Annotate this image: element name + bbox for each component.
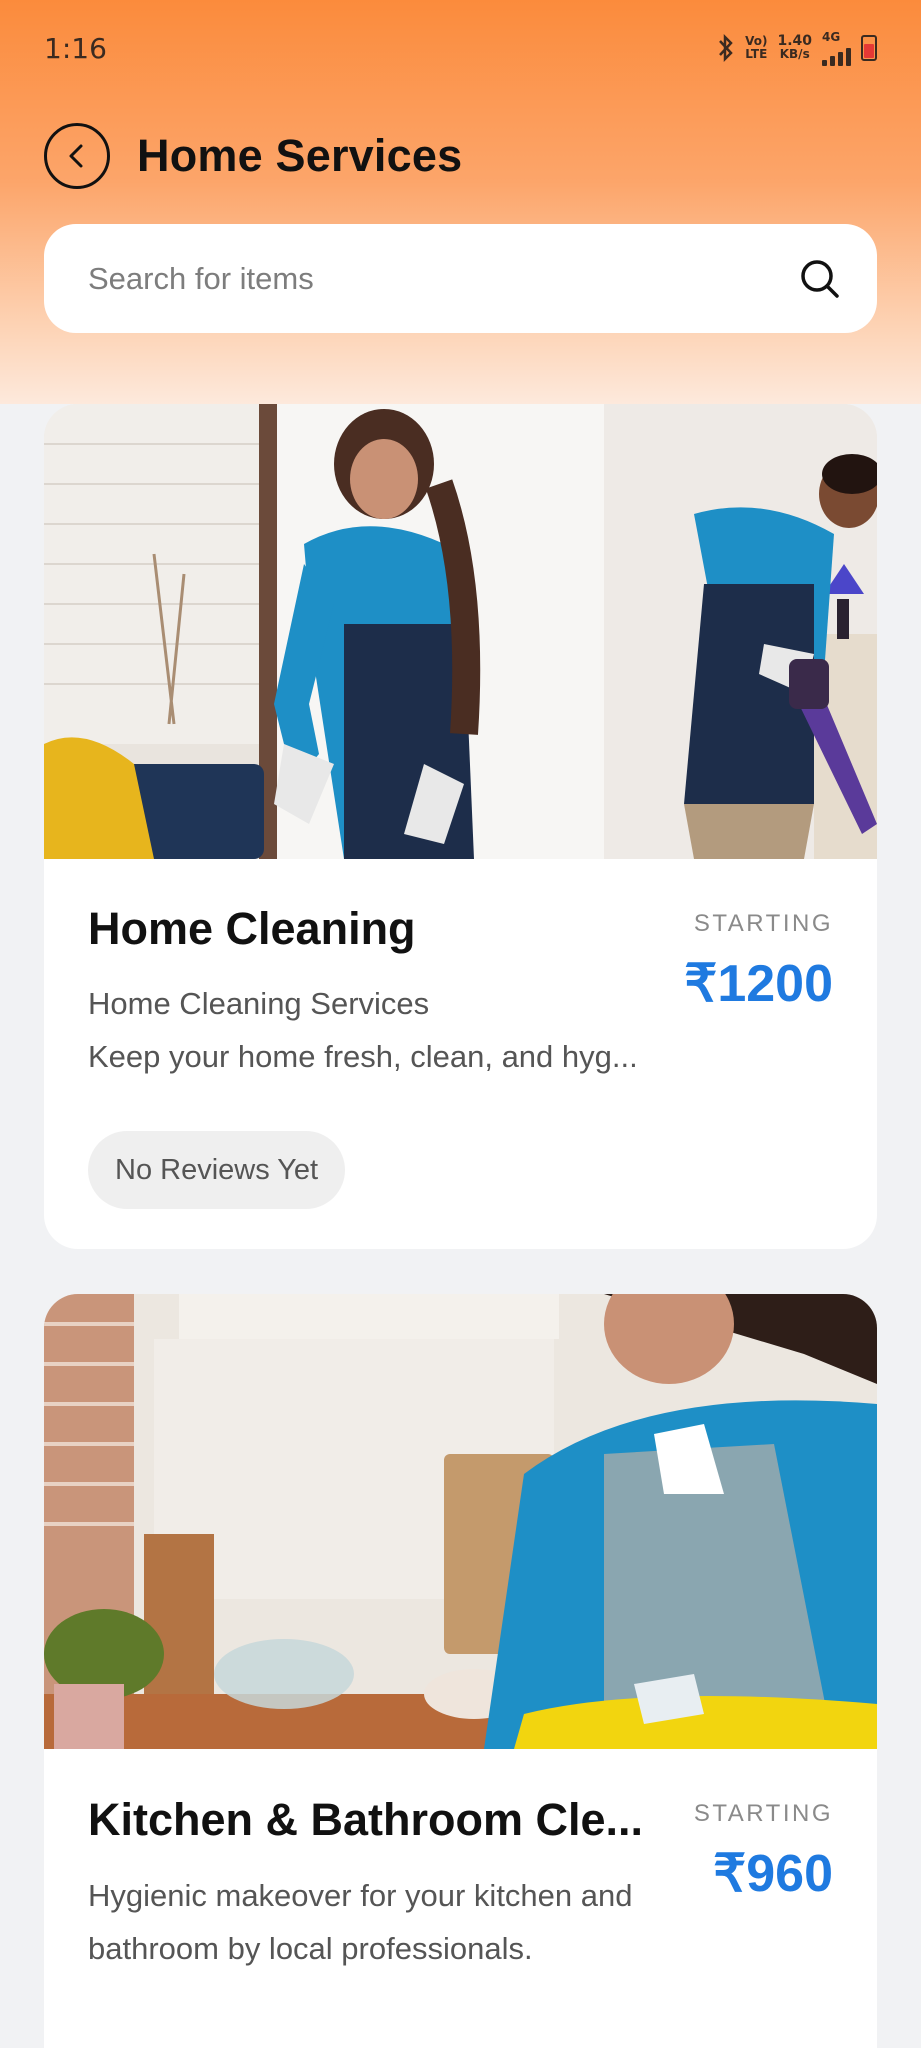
service-price: ₹1200 (684, 955, 833, 1013)
status-icons: Vo) LTE 1.40 KB/s 4G (717, 30, 877, 66)
status-time: 1:16 (44, 31, 107, 65)
starting-label: STARTING (693, 1800, 833, 1827)
reviews-badge: No Reviews Yet (88, 1131, 346, 1209)
service-image (44, 1294, 877, 1749)
back-button[interactable] (44, 123, 110, 189)
service-subtitle: Home Cleaning Services (88, 986, 430, 1021)
service-title: Kitchen & Bathroom Cle... (88, 1794, 644, 1845)
service-title: Home Cleaning (88, 903, 416, 954)
service-description: Hygienic makeover for your kitchen and b… (88, 1878, 633, 1966)
battery-icon (861, 35, 877, 61)
search-icon[interactable] (799, 258, 841, 300)
header: Home Services (44, 123, 462, 189)
service-card[interactable]: Home Cleaning Home Cleaning Services Kee… (44, 404, 877, 1249)
signal-icon (822, 44, 851, 66)
search-bar[interactable] (44, 224, 877, 333)
signal-type: 4G (822, 30, 851, 66)
status-bar: 1:16 Vo) LTE 1.40 KB/s 4G (0, 0, 921, 96)
service-description: Keep your home fresh, clean, and hyg... (88, 1039, 638, 1074)
network-speed: 1.40 KB/s (777, 33, 812, 61)
service-image (44, 404, 877, 859)
bluetooth-icon (719, 33, 733, 63)
volte-label: Vo) LTE (745, 34, 768, 61)
service-price: ₹960 (713, 1845, 833, 1903)
service-card[interactable]: Kitchen & Bathroom Cle... Hygienic makeo… (44, 1294, 877, 2048)
chevron-left-icon (69, 144, 83, 168)
starting-label: STARTING (693, 910, 833, 937)
page-title: Home Services (137, 130, 463, 181)
search-input[interactable] (88, 260, 728, 297)
